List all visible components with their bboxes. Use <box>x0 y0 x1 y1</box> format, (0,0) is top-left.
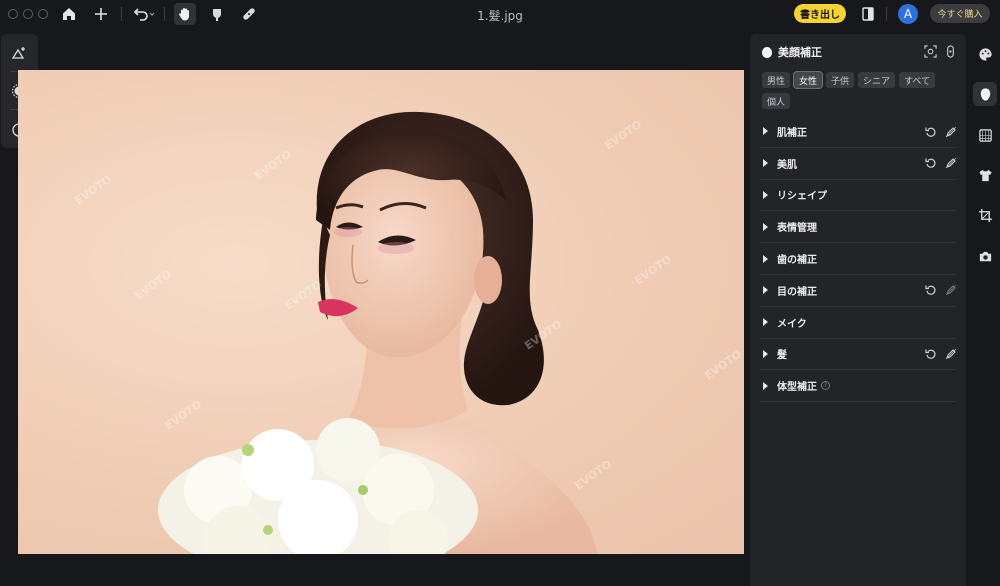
expand-arrow-icon <box>763 222 768 231</box>
chip-senior[interactable]: シニア <box>858 72 896 88</box>
expand-arrow-icon <box>763 349 768 358</box>
reset-icon[interactable] <box>924 284 937 297</box>
expand-arrow-icon <box>763 318 768 327</box>
adjustment-list: 肌補正 美肌 リシェイプ 表情管理 歯の補正 目の補正 メイク 髮 体型補正 ? <box>760 116 956 403</box>
gradient-icon[interactable] <box>975 125 995 145</box>
photo-canvas[interactable]: EVOTO EVOTO EVOTO EVOTO EVOTO EVOTO EVOT… <box>18 70 744 554</box>
beauty-retouch-panel: 美顔補正 男性 女性 子供 シニア すべて 個人 肌補正 美肌 リシェイプ 表情… <box>750 34 966 586</box>
chip-female[interactable]: 女性 <box>793 71 824 89</box>
chip-male[interactable]: 男性 <box>762 72 791 88</box>
reset-icon[interactable] <box>924 348 937 361</box>
watermark-text: EVOTO <box>602 118 644 153</box>
add-icon[interactable] <box>91 4 111 24</box>
brush-tool-icon[interactable] <box>207 4 227 24</box>
expand-arrow-icon <box>763 127 768 136</box>
camera-icon[interactable] <box>975 246 995 266</box>
row-label: 体型補正 <box>777 382 817 394</box>
row-label: 歯の補正 <box>777 255 817 267</box>
expand-arrow-icon <box>763 254 768 263</box>
minimize-window-button[interactable] <box>23 9 33 19</box>
palette-icon[interactable] <box>975 44 995 64</box>
row-label: 髮 <box>777 350 787 362</box>
watermark-text: EVOTO <box>132 268 174 303</box>
watermark-text: EVOTO <box>702 348 744 383</box>
panel-header: 美顔補正 <box>762 44 822 60</box>
face-icon <box>762 46 772 58</box>
watermark-text: EVOTO <box>572 458 614 493</box>
buy-now-button[interactable]: 今すぐ購入 <box>930 4 990 23</box>
adjustment-row-body[interactable]: 体型補正 ? <box>760 370 956 403</box>
sync-settings-icon[interactable] <box>943 44 957 58</box>
close-window-button[interactable] <box>8 9 18 19</box>
toolbar-divider <box>121 7 122 21</box>
adjustment-row-expression[interactable]: 表情管理 <box>760 211 956 244</box>
hand-tool-icon[interactable] <box>174 3 196 25</box>
maximize-window-button[interactable] <box>38 9 48 19</box>
reset-icon[interactable] <box>924 157 937 170</box>
row-label: リシェイプ <box>777 191 827 203</box>
adjustment-row-skin[interactable]: 肌補正 <box>760 116 956 148</box>
edit-icon[interactable] <box>944 157 957 170</box>
expand-arrow-icon <box>763 381 768 390</box>
toolbar-divider <box>886 7 887 21</box>
watermark-text: EVOTO <box>72 173 114 208</box>
expand-arrow-icon <box>763 190 768 199</box>
top-toolbar: 1.髮.jpg 書き出し A 今すぐ購入 <box>0 0 1000 28</box>
reset-icon[interactable] <box>924 125 937 138</box>
watermark-text: EVOTO <box>252 148 294 183</box>
adjustment-row-eyes[interactable]: 目の補正 <box>760 275 956 307</box>
watermark-text: EVOTO <box>282 278 324 313</box>
adjustment-row-makeup[interactable]: メイク <box>760 307 956 339</box>
row-label: 表情管理 <box>777 223 817 235</box>
expand-arrow-icon <box>763 159 768 168</box>
watermark-text: EVOTO <box>632 253 674 288</box>
row-label: メイク <box>777 318 807 330</box>
edit-icon[interactable] <box>944 348 957 361</box>
adjustment-row-hair[interactable]: 髮 <box>760 339 956 371</box>
info-icon[interactable]: ? <box>821 381 830 391</box>
row-label: 肌補正 <box>777 127 807 139</box>
face-retouch-icon[interactable] <box>973 82 997 106</box>
adjustment-row-reshape[interactable]: リシェイプ <box>760 180 956 212</box>
undo-icon[interactable] <box>130 4 158 24</box>
adjustment-row-beauty-skin[interactable]: 美肌 <box>760 148 956 180</box>
toolbar-divider <box>164 7 165 21</box>
row-label: 美肌 <box>777 159 797 171</box>
adjustment-row-teeth[interactable]: 歯の補正 <box>760 243 956 275</box>
user-avatar[interactable]: A <box>898 4 918 24</box>
compare-view-icon[interactable] <box>858 4 878 24</box>
portrait-photo: EVOTO EVOTO EVOTO EVOTO EVOTO EVOTO EVOT… <box>72 111 744 554</box>
crop-icon[interactable] <box>975 205 995 225</box>
right-module-bar <box>970 34 1000 586</box>
watermark-text: EVOTO <box>162 398 204 433</box>
edit-icon[interactable] <box>944 284 957 297</box>
clothing-icon[interactable] <box>975 165 995 185</box>
panel-title: 美顔補正 <box>778 46 822 59</box>
expand-arrow-icon <box>763 286 768 295</box>
home-icon[interactable] <box>59 4 79 24</box>
window-controls <box>8 9 48 19</box>
row-label: 目の補正 <box>777 286 817 298</box>
category-chips: 男性 女性 子供 シニア すべて 個人 <box>762 71 958 109</box>
chip-all[interactable]: すべて <box>899 72 936 88</box>
chip-child[interactable]: 子供 <box>826 72 855 88</box>
face-detect-icon[interactable] <box>923 44 937 58</box>
chip-individual[interactable]: 個人 <box>762 93 791 109</box>
edit-icon[interactable] <box>944 125 957 138</box>
bandage-tool-icon[interactable] <box>239 4 259 24</box>
export-button[interactable]: 書き出し <box>794 4 846 23</box>
image-adjust-icon[interactable] <box>10 44 28 62</box>
